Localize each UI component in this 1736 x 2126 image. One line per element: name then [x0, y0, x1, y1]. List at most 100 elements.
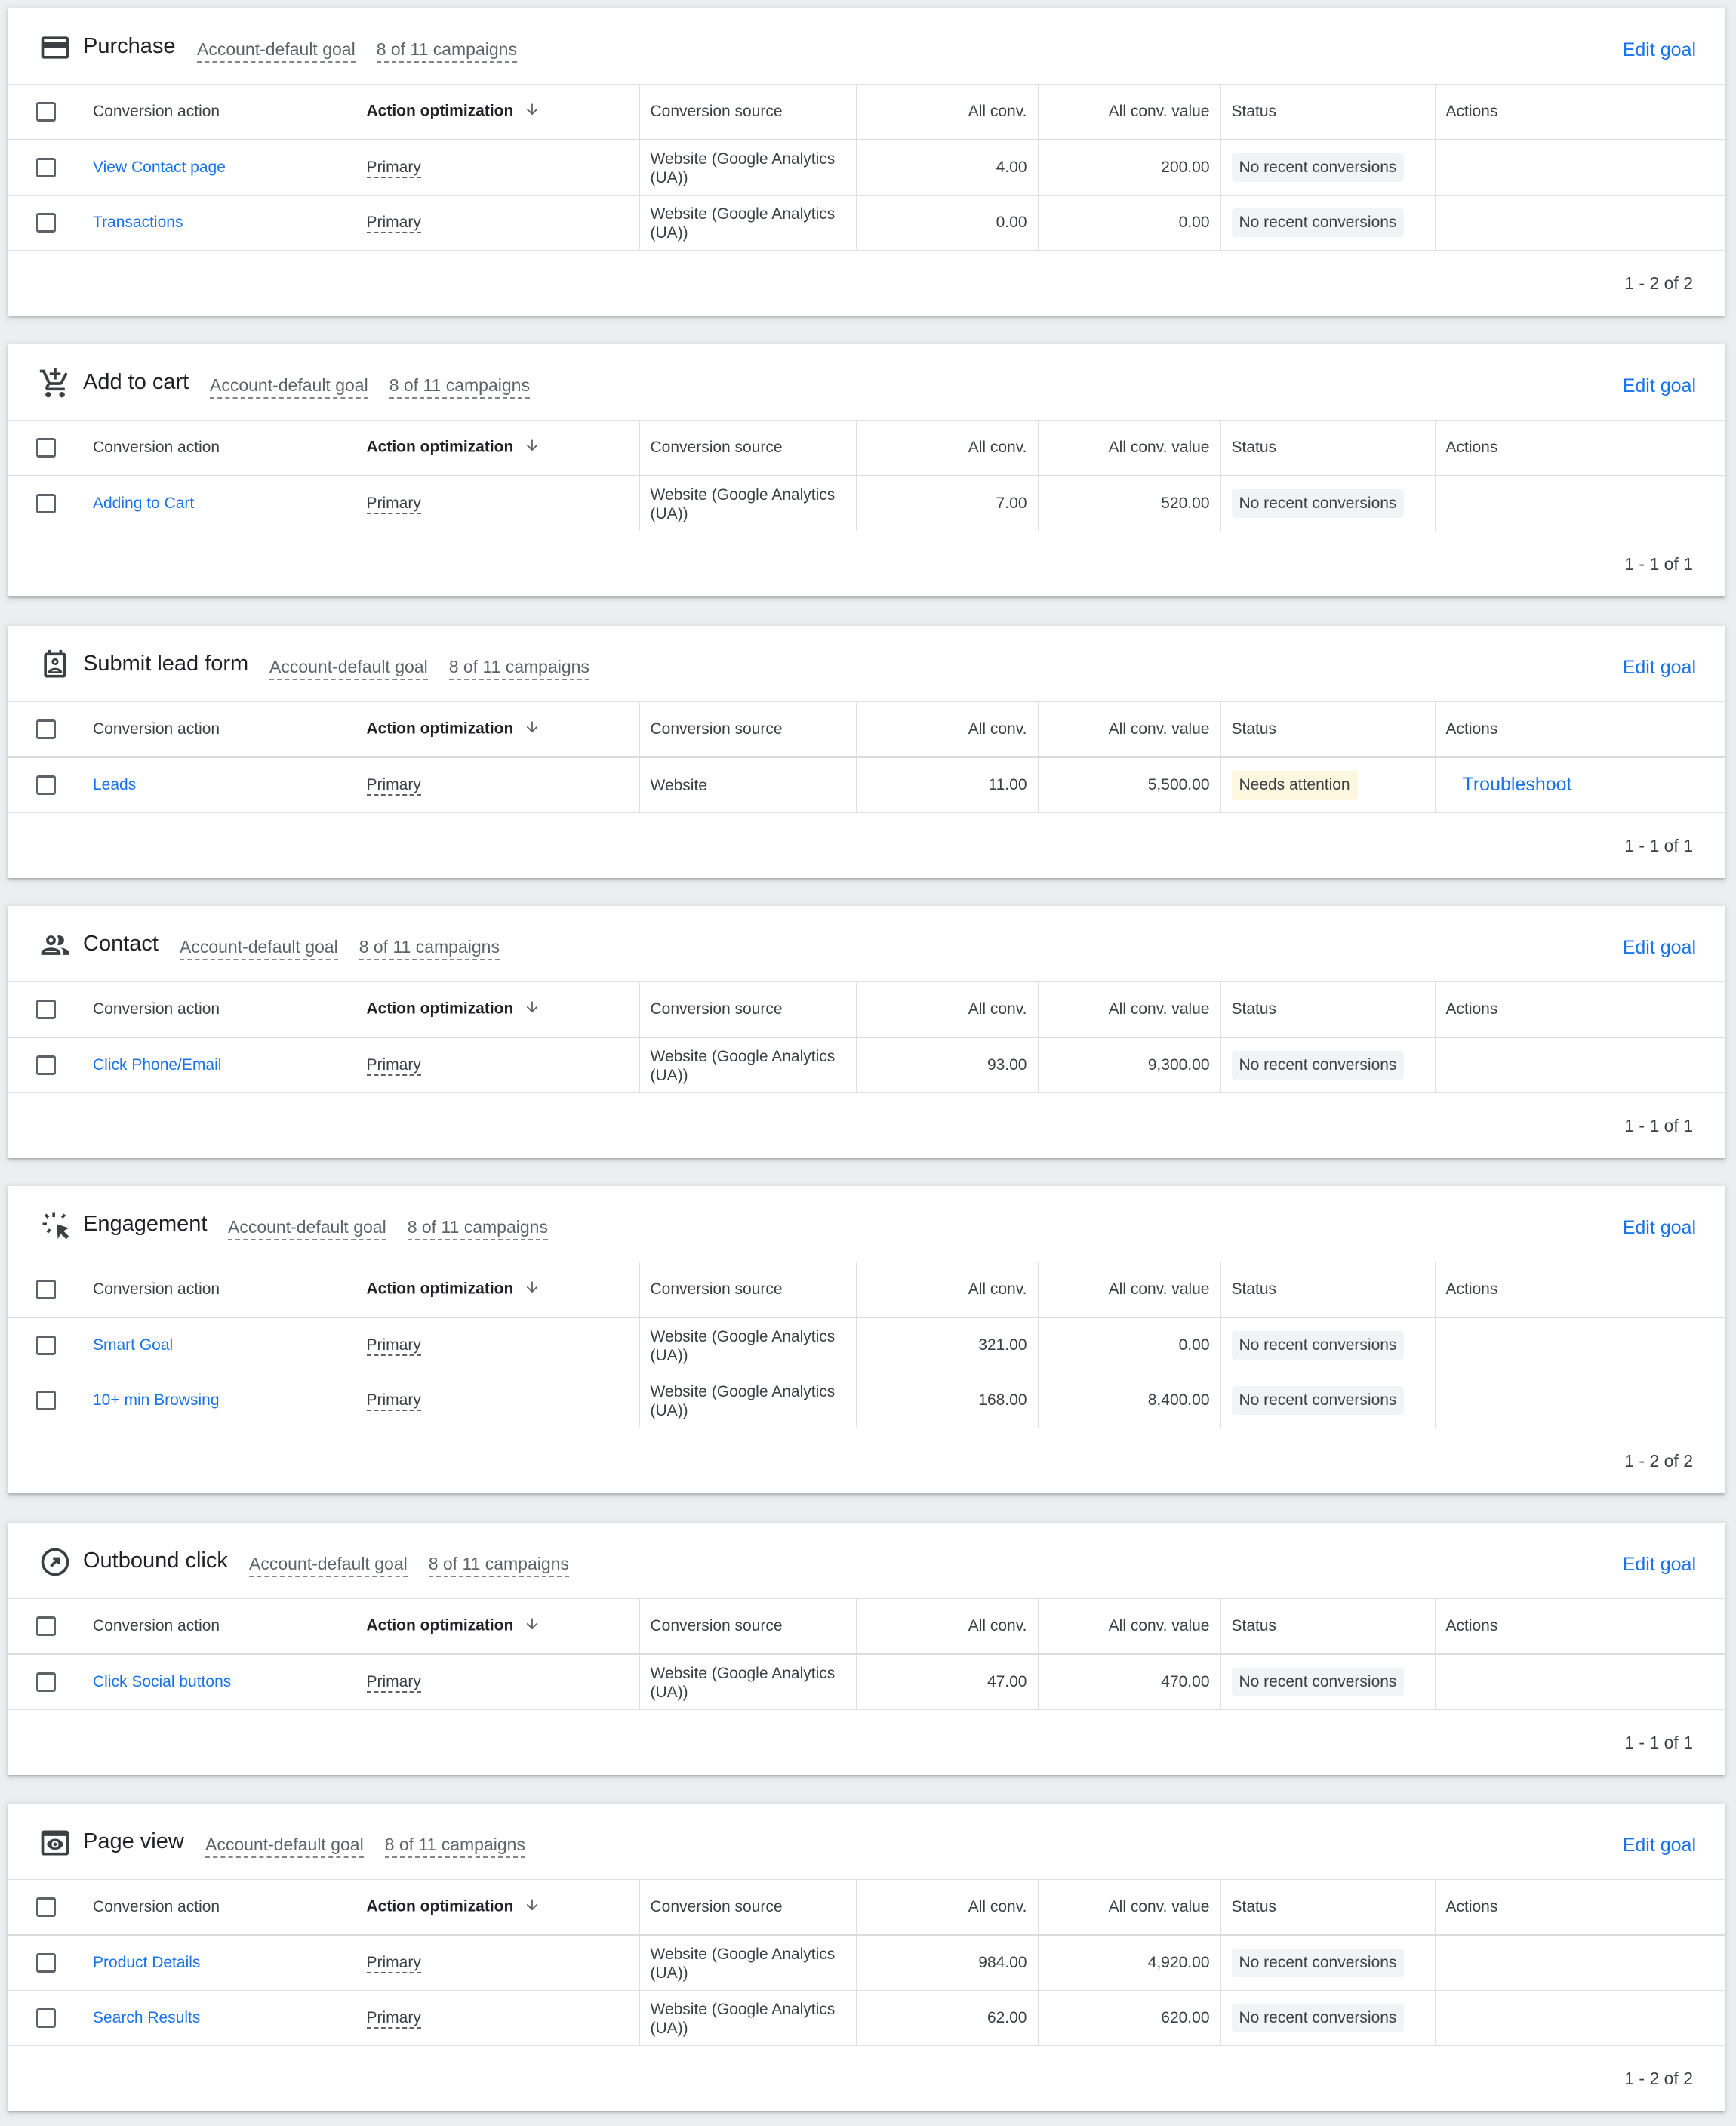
header-all-conv-value[interactable]: All conv. value [1038, 1880, 1221, 1936]
account-default-goal-label[interactable]: Account-default goal [210, 375, 368, 399]
sort-descending-icon[interactable] [524, 437, 540, 458]
optimization-primary-label[interactable]: Primary [366, 1336, 421, 1356]
header-status[interactable]: Status [1220, 1599, 1436, 1655]
edit-goal-button[interactable]: Edit goal [1623, 39, 1696, 61]
optimization-primary-label[interactable]: Primary [366, 213, 421, 233]
conversion-action-link[interactable]: Smart Goal [93, 1336, 173, 1354]
header-all-conv-value[interactable]: All conv. value [1038, 702, 1221, 758]
header-conversion-source[interactable]: Conversion source [639, 982, 857, 1038]
account-default-goal-label[interactable]: Account-default goal [269, 657, 428, 680]
header-all-conv[interactable]: All conv. [856, 982, 1039, 1038]
campaigns-count-link[interactable]: 8 of 11 campaigns [389, 375, 530, 399]
optimization-primary-label[interactable]: Primary [366, 1953, 421, 1973]
header-all-conv[interactable]: All conv. [856, 702, 1039, 758]
header-action-optimization[interactable]: Action optimization [356, 85, 640, 140]
campaigns-count-link[interactable]: 8 of 11 campaigns [407, 1217, 548, 1240]
row-checkbox[interactable] [36, 2007, 56, 2028]
header-status[interactable]: Status [1220, 85, 1436, 140]
header-all-conv-value[interactable]: All conv. value [1038, 421, 1221, 476]
row-checkbox[interactable] [36, 493, 56, 513]
header-conversion-source[interactable]: Conversion source [639, 702, 857, 758]
edit-goal-button[interactable]: Edit goal [1623, 375, 1696, 397]
header-all-conv-value[interactable]: All conv. value [1038, 1262, 1221, 1318]
campaigns-count-link[interactable]: 8 of 11 campaigns [448, 657, 589, 680]
header-status[interactable]: Status [1220, 421, 1436, 476]
sort-descending-icon[interactable] [524, 719, 540, 740]
header-all-conv[interactable]: All conv. [856, 1880, 1039, 1936]
conversion-action-link[interactable]: Product Details [93, 1954, 200, 1971]
sort-descending-icon[interactable] [524, 1896, 540, 1918]
row-checkbox[interactable] [36, 1390, 56, 1410]
row-checkbox[interactable] [36, 157, 56, 177]
conversion-action-link[interactable]: Leads [93, 776, 136, 793]
sort-descending-icon[interactable] [524, 1279, 540, 1300]
optimization-primary-label[interactable]: Primary [366, 158, 421, 178]
campaigns-count-link[interactable]: 8 of 11 campaigns [384, 1835, 525, 1858]
sort-descending-icon[interactable] [524, 999, 540, 1020]
header-conversion-action[interactable]: Conversion action [82, 1880, 356, 1936]
select-all-checkbox[interactable] [36, 719, 56, 739]
header-status[interactable]: Status [1220, 702, 1436, 758]
header-conversion-source[interactable]: Conversion source [639, 421, 857, 476]
troubleshoot-button[interactable]: Troubleshoot [1463, 774, 1572, 795]
optimization-primary-label[interactable]: Primary [366, 1391, 421, 1411]
row-checkbox[interactable] [36, 212, 56, 233]
header-status[interactable]: Status [1220, 982, 1436, 1038]
select-all-checkbox[interactable] [36, 1000, 56, 1019]
header-action-optimization[interactable]: Action optimization [356, 1880, 640, 1936]
account-default-goal-label[interactable]: Account-default goal [205, 1835, 364, 1858]
account-default-goal-label[interactable]: Account-default goal [197, 39, 356, 63]
campaigns-count-link[interactable]: 8 of 11 campaigns [428, 1554, 569, 1577]
conversion-action-link[interactable]: Transactions [93, 214, 183, 231]
sort-descending-icon[interactable] [524, 101, 540, 122]
row-checkbox[interactable] [36, 1952, 56, 1973]
header-all-conv[interactable]: All conv. [856, 421, 1039, 476]
header-status[interactable]: Status [1220, 1880, 1436, 1936]
select-all-checkbox[interactable] [36, 1897, 56, 1917]
optimization-primary-label[interactable]: Primary [366, 1055, 421, 1076]
header-all-conv-value[interactable]: All conv. value [1038, 85, 1221, 140]
edit-goal-button[interactable]: Edit goal [1623, 657, 1696, 679]
row-checkbox[interactable] [36, 1055, 56, 1075]
edit-goal-button[interactable]: Edit goal [1623, 1217, 1696, 1239]
header-conversion-action[interactable]: Conversion action [82, 85, 356, 140]
select-all-checkbox[interactable] [36, 1280, 56, 1299]
row-checkbox[interactable] [36, 1672, 56, 1692]
optimization-primary-label[interactable]: Primary [366, 494, 421, 514]
header-action-optimization[interactable]: Action optimization [356, 1262, 640, 1318]
header-all-conv-value[interactable]: All conv. value [1038, 1599, 1221, 1655]
account-default-goal-label[interactable]: Account-default goal [180, 937, 338, 960]
header-action-optimization[interactable]: Action optimization [356, 982, 640, 1038]
header-conversion-source[interactable]: Conversion source [639, 85, 857, 140]
select-all-checkbox[interactable] [36, 1616, 56, 1636]
row-checkbox[interactable] [36, 1335, 56, 1355]
campaigns-count-link[interactable]: 8 of 11 campaigns [359, 937, 500, 960]
conversion-action-link[interactable]: Click Social buttons [93, 1673, 231, 1690]
conversion-action-link[interactable]: 10+ min Browsing [93, 1391, 220, 1409]
header-conversion-action[interactable]: Conversion action [82, 421, 356, 476]
select-all-checkbox[interactable] [36, 438, 56, 458]
select-all-checkbox[interactable] [36, 102, 56, 122]
conversion-action-link[interactable]: Search Results [93, 2009, 200, 2026]
header-conversion-action[interactable]: Conversion action [82, 1599, 356, 1655]
edit-goal-button[interactable]: Edit goal [1623, 1554, 1696, 1576]
header-action-optimization[interactable]: Action optimization [356, 702, 640, 758]
header-action-optimization[interactable]: Action optimization [356, 421, 640, 476]
edit-goal-button[interactable]: Edit goal [1623, 937, 1696, 959]
account-default-goal-label[interactable]: Account-default goal [228, 1217, 386, 1240]
account-default-goal-label[interactable]: Account-default goal [249, 1554, 408, 1577]
header-conversion-action[interactable]: Conversion action [82, 1262, 356, 1318]
header-conversion-action[interactable]: Conversion action [82, 982, 356, 1038]
header-all-conv[interactable]: All conv. [856, 85, 1039, 140]
conversion-action-link[interactable]: View Contact page [93, 159, 226, 176]
header-conversion-source[interactable]: Conversion source [639, 1262, 857, 1318]
header-all-conv[interactable]: All conv. [856, 1262, 1039, 1318]
header-all-conv[interactable]: All conv. [856, 1599, 1039, 1655]
header-conversion-action[interactable]: Conversion action [82, 702, 356, 758]
sort-descending-icon[interactable] [524, 1616, 540, 1637]
conversion-action-link[interactable]: Adding to Cart [93, 495, 194, 512]
header-conversion-source[interactable]: Conversion source [639, 1599, 857, 1655]
optimization-primary-label[interactable]: Primary [366, 2008, 421, 2029]
header-all-conv-value[interactable]: All conv. value [1038, 982, 1221, 1038]
optimization-primary-label[interactable]: Primary [366, 1672, 421, 1693]
